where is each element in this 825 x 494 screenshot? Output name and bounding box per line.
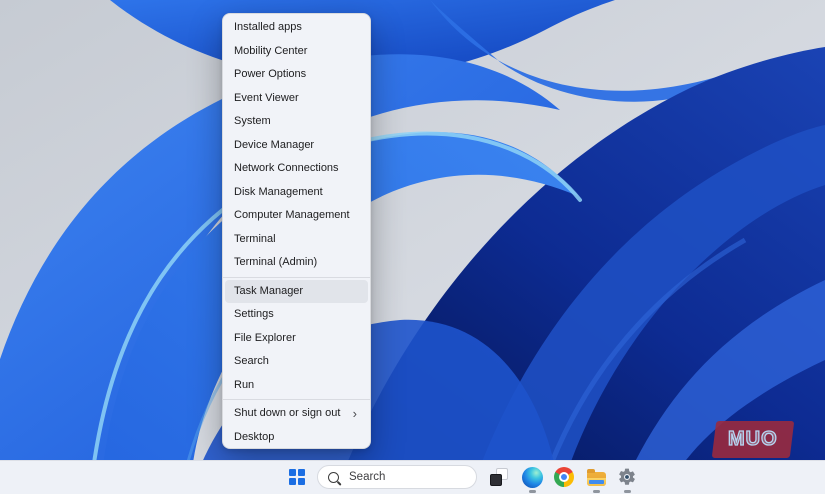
file-explorer-icon [587,472,606,486]
menu-item-label: Shut down or sign out [234,402,340,426]
search-input[interactable] [347,470,466,484]
menu-item-terminal[interactable]: Terminal [225,228,368,252]
task-view-button[interactable] [485,463,513,491]
menu-item-mobility-center[interactable]: Mobility Center [225,40,368,64]
file-explorer-running-indicator [593,490,600,493]
taskbar-search[interactable] [317,465,477,489]
edge-running-indicator [529,490,536,493]
menu-item-network-connections[interactable]: Network Connections [225,157,368,181]
menu-item-shut-down-or-sign-out[interactable]: Shut down or sign out › [225,402,368,426]
chrome-icon [554,467,574,487]
menu-item-installed-apps[interactable]: Installed apps [225,16,368,40]
muo-watermark-text: MUO [728,428,778,451]
menu-item-terminal-admin[interactable]: Terminal (Admin) [225,251,368,275]
task-view-icon [490,468,508,486]
menu-item-disk-management[interactable]: Disk Management [225,181,368,205]
edge-button[interactable] [518,463,546,491]
power-user-menu: Installed apps Mobility Center Power Opt… [222,13,371,449]
taskbar [0,460,825,494]
muo-watermark: MUO [712,421,795,458]
windows-logo-icon [289,469,305,485]
menu-item-system[interactable]: System [225,110,368,134]
menu-item-desktop[interactable]: Desktop [225,426,368,450]
menu-item-search[interactable]: Search [225,350,368,374]
menu-item-file-explorer[interactable]: File Explorer [225,327,368,351]
search-icon [328,472,339,483]
menu-item-settings[interactable]: Settings [225,303,368,327]
menu-item-computer-management[interactable]: Computer Management [225,204,368,228]
settings-button[interactable] [613,463,641,491]
settings-running-indicator [624,490,631,493]
menu-separator [223,277,370,278]
chevron-right-icon: › [353,407,359,420]
start-button[interactable] [283,463,311,491]
menu-item-task-manager[interactable]: Task Manager [225,280,368,304]
menu-separator [223,399,370,400]
menu-item-run[interactable]: Run [225,374,368,398]
edge-icon [522,467,543,488]
desktop-wallpaper [0,0,825,494]
gear-icon [617,467,637,487]
chrome-button[interactable] [550,463,578,491]
menu-item-device-manager[interactable]: Device Manager [225,134,368,158]
file-explorer-button[interactable] [582,463,610,491]
menu-item-event-viewer[interactable]: Event Viewer [225,87,368,111]
menu-item-power-options[interactable]: Power Options [225,63,368,87]
